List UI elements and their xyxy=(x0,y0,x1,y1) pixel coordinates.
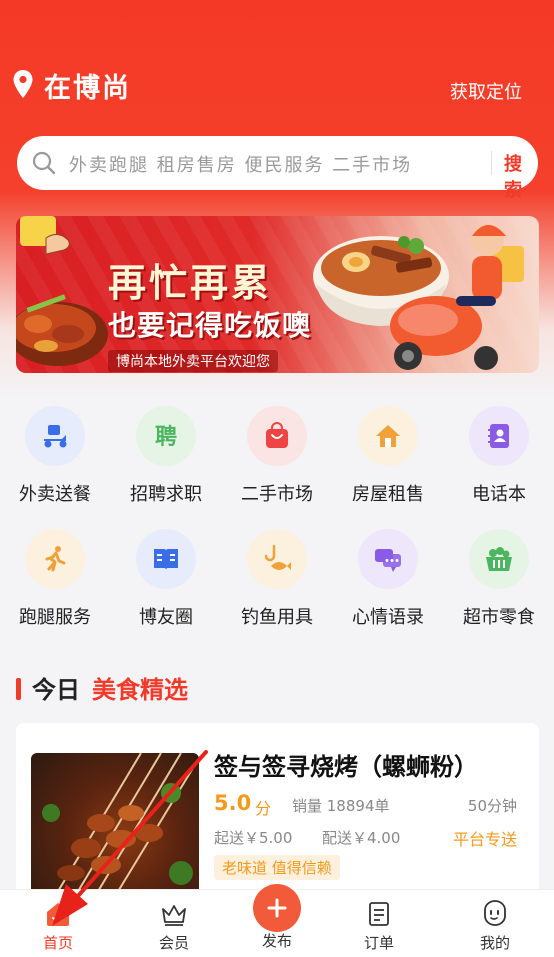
tab-label: 会员 xyxy=(158,934,189,952)
banner-subtitle: 博尚本地外卖平台欢迎您 xyxy=(108,350,278,372)
promo-banner[interactable]: 再忙再累 也要记得吃饭噢 博尚本地外卖平台欢迎您 xyxy=(16,216,539,373)
search-button[interactable]: 搜索 xyxy=(504,150,538,202)
category-errand[interactable]: 跑腿服务 xyxy=(0,523,110,633)
category-label: 电话本 xyxy=(472,484,526,505)
location-name[interactable]: 在博尚 xyxy=(44,66,131,105)
profile-face-icon xyxy=(484,900,506,926)
search-divider xyxy=(491,151,492,175)
home-icon xyxy=(47,903,69,926)
restaurant-tag: 老味道 值得信赖 xyxy=(214,855,340,880)
category-icon-bg xyxy=(358,406,418,466)
delivery-type: 平台专送 xyxy=(452,830,517,849)
category-icon-bg xyxy=(247,406,307,466)
restaurant-name: 签与签寻烧烤（螺蛳粉） xyxy=(214,753,478,781)
get-location-button[interactable]: 获取定位 xyxy=(450,78,522,104)
category-second-hand[interactable]: 二手市场 xyxy=(222,400,332,510)
shopping-bag-icon xyxy=(266,422,288,448)
fish-hook-icon xyxy=(264,544,291,570)
section-accent-bar xyxy=(16,678,21,700)
location-pin-icon[interactable] xyxy=(12,69,34,99)
category-label: 超市零食 xyxy=(463,607,535,628)
bottom-tab-bar: 首页 会员 发布 订单 我的 xyxy=(0,884,554,957)
search-input[interactable]: 外卖跑腿 租房售房 便民服务 二手市场 xyxy=(69,151,412,177)
tab-label: 我的 xyxy=(479,934,510,952)
category-label: 心情语录 xyxy=(352,607,424,628)
tab-label: 订单 xyxy=(363,934,394,952)
delivery-scooter-icon xyxy=(44,425,67,448)
recruit-icon: 聘 xyxy=(155,425,177,450)
tab-member[interactable]: 会员 xyxy=(119,890,229,957)
category-label: 外卖送餐 xyxy=(19,484,91,505)
restaurant-score-unit: 分 xyxy=(255,799,272,818)
search-bar[interactable]: 外卖跑腿 租房售房 便民服务 二手市场 搜索 xyxy=(17,136,538,201)
restaurant-score: 5.0 xyxy=(214,791,252,815)
tab-publish[interactable]: 发布 xyxy=(222,884,332,957)
category-recruit[interactable]: 聘 招聘求职 xyxy=(111,400,221,510)
tab-label: 首页 xyxy=(42,934,73,952)
category-mood-quotes[interactable]: 心情语录 xyxy=(333,523,443,633)
category-icon-bg xyxy=(469,406,529,466)
tab-orders[interactable]: 订单 xyxy=(324,890,434,957)
category-friends-circle[interactable]: 博友圈 xyxy=(111,523,221,633)
category-supermarket[interactable]: 超市零食 xyxy=(444,523,554,633)
category-food-delivery[interactable]: 外卖送餐 xyxy=(0,400,110,510)
category-icon-bg xyxy=(358,529,418,589)
house-icon xyxy=(376,425,400,447)
runner-icon xyxy=(45,546,66,572)
book-icon xyxy=(154,549,178,570)
restaurant-sales: 销量 18894单 xyxy=(292,797,390,815)
category-label: 博友圈 xyxy=(139,607,193,628)
category-label: 房屋租售 xyxy=(352,484,424,505)
section-title-prefix: 今日 xyxy=(32,676,80,704)
contacts-icon xyxy=(488,424,509,448)
banner-title-line1: 再忙再累 xyxy=(108,261,273,305)
category-icon-bg xyxy=(25,406,85,466)
category-fishing[interactable]: 钓鱼用具 xyxy=(222,523,332,633)
publish-button[interactable] xyxy=(253,884,301,932)
crown-icon xyxy=(162,905,186,926)
tab-home[interactable]: 首页 xyxy=(3,890,113,957)
category-icon-bg xyxy=(469,529,529,589)
skewers-illustration xyxy=(42,753,197,903)
category-icon-bg xyxy=(247,529,307,589)
category-housing[interactable]: 房屋租售 xyxy=(333,400,443,510)
svg-text:聘: 聘 xyxy=(155,425,177,450)
banner-illustration xyxy=(16,216,524,370)
restaurant-image xyxy=(31,753,199,903)
top-bar: 在博尚 获取定位 xyxy=(0,60,554,110)
delivery-fee: 配送￥4.00 xyxy=(322,829,401,847)
basket-icon xyxy=(486,547,512,571)
search-icon xyxy=(32,151,56,175)
section-title-highlight: 美食精选 xyxy=(92,676,188,704)
category-icon-bg xyxy=(25,529,85,589)
chat-bubble-icon xyxy=(375,549,401,572)
category-icon-bg: 聘 xyxy=(136,406,196,466)
category-icon-bg xyxy=(136,529,196,589)
order-list-icon xyxy=(369,902,389,926)
category-label: 二手市场 xyxy=(241,484,313,505)
banner-title-line2: 也要记得吃饭噢 xyxy=(108,309,312,342)
plus-icon xyxy=(267,898,287,918)
tab-mine[interactable]: 我的 xyxy=(440,890,550,957)
min-order-fee: 起送￥5.00 xyxy=(214,829,293,847)
tab-label: 发布 xyxy=(261,932,292,950)
category-label: 钓鱼用具 xyxy=(241,607,313,628)
category-label: 跑腿服务 xyxy=(19,607,91,628)
delivery-time: 50分钟 xyxy=(467,797,517,815)
category-label: 招聘求职 xyxy=(130,484,202,505)
category-phonebook[interactable]: 电话本 xyxy=(444,400,554,510)
